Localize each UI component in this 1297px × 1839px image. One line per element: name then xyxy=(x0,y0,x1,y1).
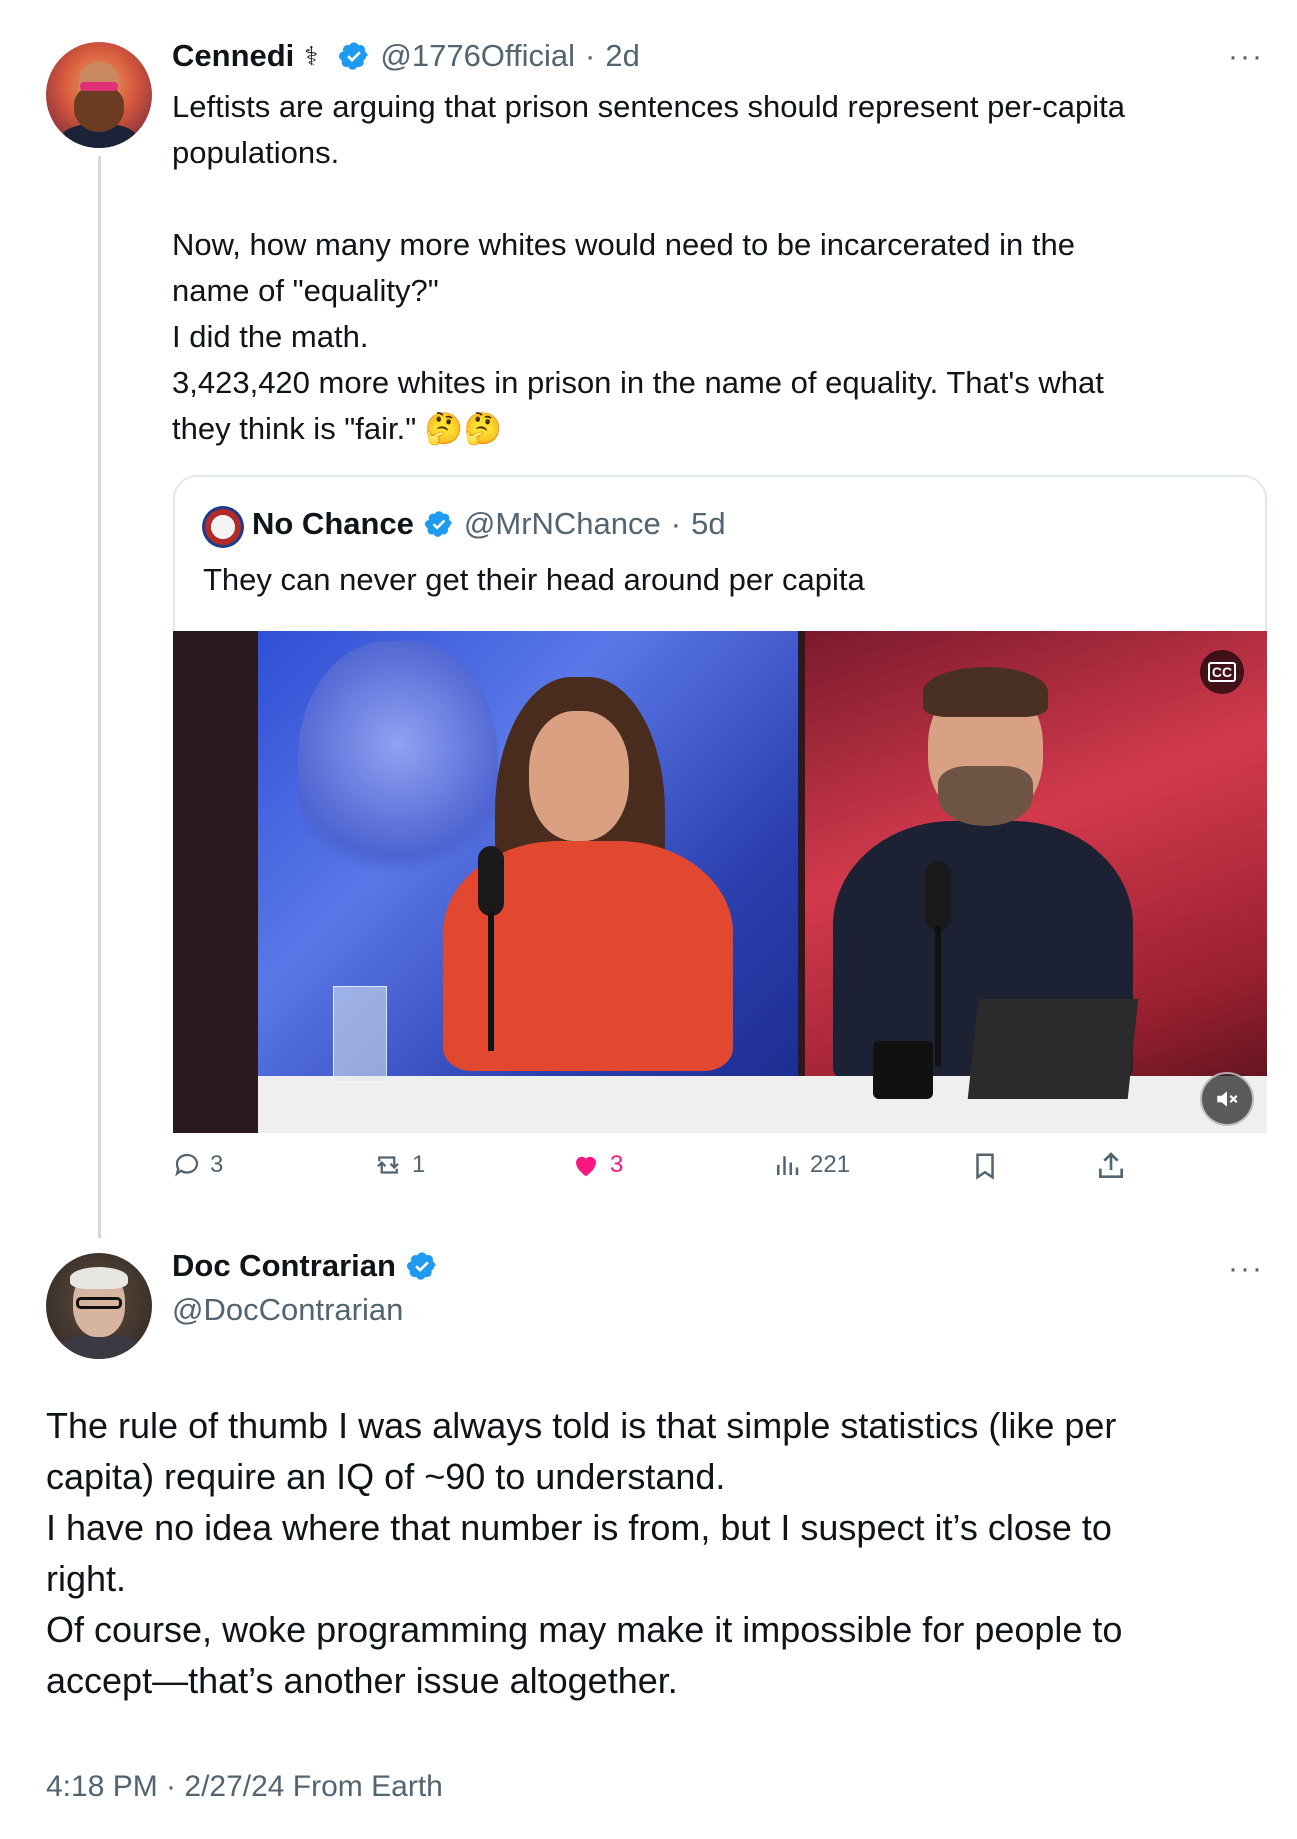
quoted-author-handle[interactable]: @MrNChance xyxy=(464,506,661,542)
video-mic-left xyxy=(478,846,504,916)
main-tweet-author: Doc Contrarian xyxy=(172,1248,438,1284)
mute-icon[interactable] xyxy=(1200,1072,1254,1126)
author-handle[interactable]: @DocContrarian xyxy=(172,1292,403,1328)
avatar-beard xyxy=(74,86,124,132)
avatar-hair xyxy=(70,1267,128,1289)
video-water-glass xyxy=(333,986,387,1082)
quoted-author-name[interactable]: No Chance xyxy=(252,506,414,542)
tweet-time[interactable]: 2d xyxy=(605,38,639,74)
like-button[interactable]: 3 xyxy=(570,1150,623,1180)
name-caduceus-glyph: ⚕ xyxy=(304,40,319,71)
bookmark-button[interactable] xyxy=(970,1150,1000,1182)
video-person-left-face xyxy=(529,711,629,841)
captions-icon[interactable]: CC xyxy=(1200,650,1244,694)
captions-label: CC xyxy=(1207,662,1237,682)
reply-count: 3 xyxy=(210,1151,224,1178)
video-mic-right xyxy=(925,861,951,931)
avatar-sunglasses xyxy=(80,82,118,91)
video-person-right-beard xyxy=(938,766,1033,826)
bookmark-icon xyxy=(976,1153,994,1180)
avatar-cennedi[interactable] xyxy=(46,42,152,148)
tweet-text: Leftists are arguing that prison sentenc… xyxy=(172,89,1125,446)
views-button[interactable]: 221 xyxy=(772,1150,850,1180)
author-name[interactable]: Doc Contrarian xyxy=(172,1248,396,1284)
tweet-timestamp[interactable]: 4:18 PM · 2/27/24 From Earth xyxy=(46,1770,443,1804)
share-icon xyxy=(1099,1152,1123,1178)
author-handle[interactable]: @1776Official xyxy=(380,38,575,74)
avatar-glasses xyxy=(76,1297,122,1309)
reply-icon xyxy=(175,1153,199,1177)
speaker-muted-icon xyxy=(1217,1091,1238,1107)
more-icon[interactable]: ··· xyxy=(1228,40,1264,74)
quoted-tweet-text: They can never get their head around per… xyxy=(203,562,865,597)
video-mic-stand-left xyxy=(488,911,494,1051)
verified-badge-icon[interactable] xyxy=(338,40,370,72)
quoted-author-avatar[interactable] xyxy=(202,506,244,548)
views-icon xyxy=(777,1156,799,1175)
repost-count: 1 xyxy=(412,1151,426,1178)
heart-icon xyxy=(576,1156,596,1177)
view-count: 221 xyxy=(810,1151,851,1178)
verified-badge-icon[interactable] xyxy=(424,509,454,539)
video-player[interactable] xyxy=(173,631,1267,1133)
video-person-right-hair xyxy=(923,667,1048,717)
main-tweet-text: The rule of thumb I was always told is t… xyxy=(46,1405,1123,1701)
share-button[interactable] xyxy=(1095,1150,1127,1182)
repost-button[interactable]: 1 xyxy=(372,1150,425,1180)
reply-button[interactable]: 3 xyxy=(172,1150,223,1180)
quoted-tweet-header: No Chance @MrNChance · 5d xyxy=(252,506,726,542)
video-tablet xyxy=(967,999,1139,1099)
thread-connector-line xyxy=(98,156,101,1238)
like-count: 3 xyxy=(610,1151,624,1178)
author-name[interactable]: Cennedi xyxy=(172,38,294,74)
quoted-tweet-time[interactable]: 5d xyxy=(691,506,725,542)
avatar-doc-contrarian[interactable] xyxy=(46,1253,152,1359)
more-icon[interactable]: ··· xyxy=(1228,1252,1264,1286)
avatar-coat xyxy=(56,1335,142,1359)
video-mug xyxy=(873,1041,933,1099)
tweet-header: Cennedi ⚕ @1776Official · 2d xyxy=(172,38,640,74)
verified-badge-icon[interactable] xyxy=(406,1250,438,1282)
dot-separator: · xyxy=(670,506,682,541)
video-mic-stand-right xyxy=(935,926,941,1066)
dot-separator: · xyxy=(585,38,596,73)
repost-icon xyxy=(377,1156,399,1174)
